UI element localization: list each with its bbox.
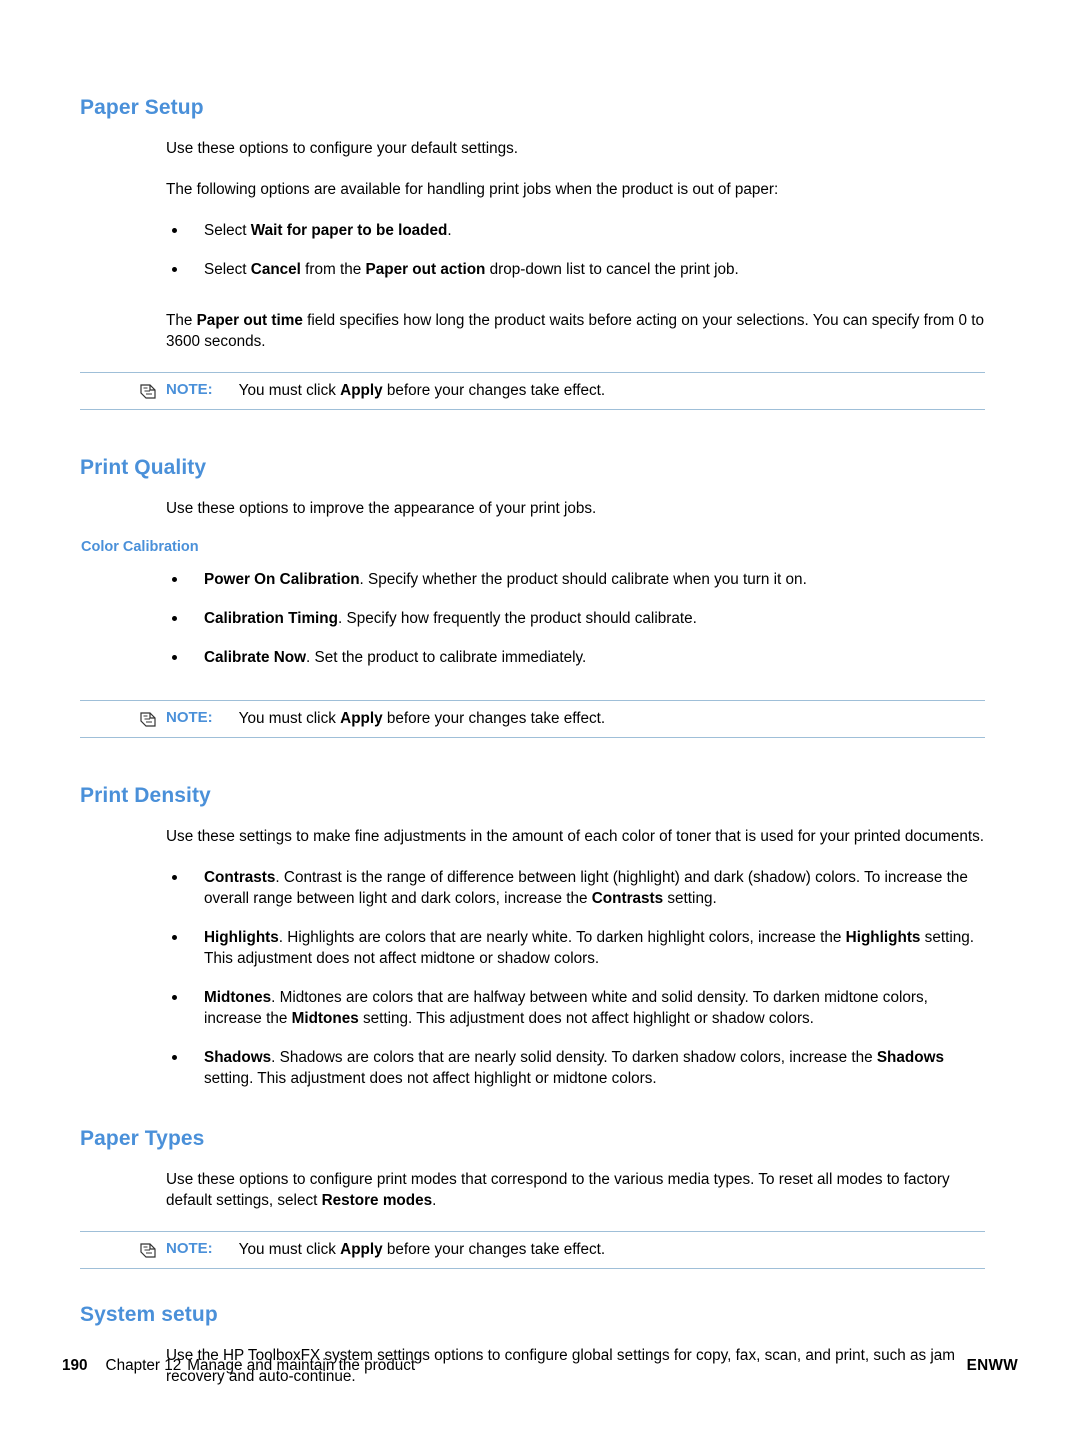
section-heading-print-quality: Print Quality [80,456,207,479]
bullet-dot-icon [172,267,177,272]
note-icon [138,1240,158,1260]
footer-left: 190 Chapter 12 Manage and maintain the p… [62,1357,415,1375]
bullet-text-post: . Specify how frequently the product sho… [338,610,697,627]
section-heading-print-density: Print Density [80,784,211,807]
note-text-post: before your changes take effect. [382,1241,606,1258]
note-text: You must click Apply before your changes… [239,709,605,729]
bullet-text-post: setting. This adjustment does not affect… [358,1010,814,1027]
list-item: Select Cancel from the Paper out action … [80,259,985,280]
note-text-post: before your changes take effect. [382,710,606,727]
paragraph-bold: Restore modes [321,1192,433,1209]
bullet-text-bold: Cancel [250,261,301,278]
bullet-text-post: drop-down list to cancel the print job. [485,261,739,278]
note-text-pre: You must click [238,382,341,399]
paper-types-intro: Use these options to configure print mod… [80,1169,985,1211]
page-content: Paper Setup Use these options to configu… [80,96,985,1407]
bullet-text-mid: . Contrast is the range of difference be… [204,869,968,907]
bullet-dot-icon [172,875,177,880]
section-heading-system-setup: System setup [80,1303,218,1326]
note-text-post: before your changes take effect. [382,382,606,399]
bullet-text-bold2: Midtones [291,1010,359,1027]
bullet-text-bold2: Shadows [876,1049,944,1066]
note-text-pre: You must click [238,710,341,727]
paper-out-time-paragraph: The Paper out time field specifies how l… [80,310,985,352]
list-item: Highlights. Highlights are colors that a… [80,927,985,969]
list-item: Calibrate Now. Set the product to calibr… [80,647,985,668]
bullet-text-post: setting. This adjustment does not affect… [204,1070,657,1087]
note-box-print-quality: NOTE: You must click Apply before your c… [80,700,985,738]
bullet-text-bold2: Contrasts [591,890,664,907]
bullet-text-bold: Highlights [204,929,279,946]
bullet-text-bold: Contrasts [204,869,276,886]
note-box-paper-setup: NOTE: You must click Apply before your c… [80,372,985,410]
note-text-bold: Apply [340,710,383,727]
note-icon [138,709,158,729]
note-text-pre: You must click [238,1241,341,1258]
note-text: You must click Apply before your changes… [239,381,605,401]
paragraph-pre: Use these options to configure print mod… [166,1171,950,1209]
bullet-text-mid: . Highlights are colors that are nearly … [278,929,846,946]
bullet-dot-icon [172,577,177,582]
paragraph-pre: The [166,312,197,329]
list-item: Midtones. Midtones are colors that are h… [80,987,985,1029]
bullet-text-bold: Calibration Timing [204,610,338,627]
bullet-text-bold: Wait for paper to be loaded [250,222,448,239]
list-item: Calibration Timing. Specify how frequent… [80,608,985,629]
paper-setup-intro2: The following options are available for … [166,181,779,198]
bullet-dot-icon [172,935,177,940]
bullet-text-post: setting. [663,890,717,907]
note-icon [138,381,158,401]
section-heading-paper-setup: Paper Setup [80,96,204,119]
bullet-text-pre: Select [204,222,251,239]
bullet-text-post: . Specify whether the product should cal… [359,571,807,588]
print-quality-bullets: Power On Calibration. Specify whether th… [80,569,985,668]
paragraph-post: . [432,1192,437,1209]
subsection-heading-color-calibration: Color Calibration [81,539,199,555]
footer-enww-label: ENWW [966,1357,1018,1374]
list-item: Power On Calibration. Specify whether th… [80,569,985,590]
bullet-text-bold: Midtones [204,989,272,1006]
print-density-intro: Use these settings to make fine adjustme… [166,828,984,845]
bullet-text-post: . [447,222,452,239]
page-footer: 190 Chapter 12 Manage and maintain the p… [62,1357,1018,1375]
bullet-text-bold2: Paper out action [365,261,486,278]
note-label: NOTE: [166,709,213,726]
bullet-dot-icon [172,228,177,233]
note-label: NOTE: [166,1240,213,1257]
bullet-text-bold2: Highlights [845,929,921,946]
note-box-paper-types: NOTE: You must click Apply before your c… [80,1231,985,1269]
note-label: NOTE: [166,381,213,398]
footer-chapter-label: Chapter 12 [105,1357,182,1374]
bullet-dot-icon [172,616,177,621]
print-quality-intro: Use these options to improve the appeara… [166,500,597,517]
bullet-text-mid: from the [300,261,366,278]
list-item: Shadows. Shadows are colors that are nea… [80,1047,985,1089]
paper-setup-intro: Use these options to configure your defa… [166,140,519,157]
bullet-text-bold: Shadows [204,1049,272,1066]
bullet-dot-icon [172,655,177,660]
note-text-bold: Apply [340,382,383,399]
bullet-dot-icon [172,1055,177,1060]
paper-setup-bullets: Select Wait for paper to be loaded. Sele… [80,220,985,280]
note-text-bold: Apply [340,1241,383,1258]
bullet-text-mid: . Shadows are colors that are nearly sol… [271,1049,877,1066]
paragraph-bold: Paper out time [196,312,303,329]
bullet-dot-icon [172,995,177,1000]
note-text: You must click Apply before your changes… [239,1240,605,1260]
bullet-text-pre: Select [204,261,251,278]
footer-chapter-title: Manage and maintain the product [187,1357,416,1374]
document-page: Paper Setup Use these options to configu… [0,0,1080,1437]
bullet-text-post: . Set the product to calibrate immediate… [306,649,587,666]
bullet-text-bold: Power On Calibration [204,571,360,588]
bullet-text-bold: Calibrate Now [204,649,306,666]
list-item: Select Wait for paper to be loaded. [80,220,985,241]
section-heading-paper-types: Paper Types [80,1127,205,1150]
footer-page-number: 190 [62,1357,88,1374]
print-density-bullets: Contrasts. Contrast is the range of diff… [80,867,985,1089]
list-item: Contrasts. Contrast is the range of diff… [80,867,985,909]
